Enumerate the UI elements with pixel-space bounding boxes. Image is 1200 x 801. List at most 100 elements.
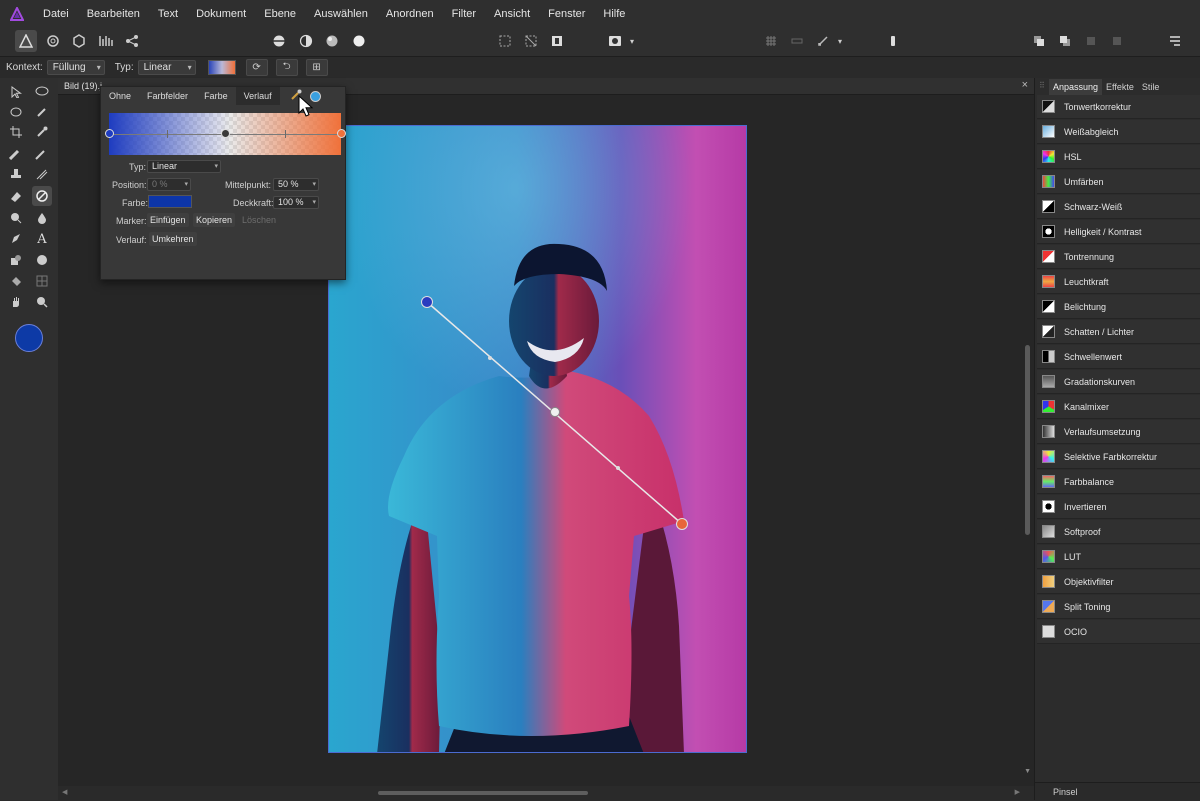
gradient-end-handle[interactable] [676,518,688,530]
deselect-icon[interactable] [520,30,542,52]
flip-gradient-icon[interactable]: ⮌ [275,59,298,76]
adjustment-item[interactable]: Helligkeit / Kontrast [1037,220,1200,244]
adjustment-item[interactable]: Gradationskurven [1037,370,1200,394]
arrange-forward-icon[interactable] [1080,30,1102,52]
mesh-warp-icon[interactable] [32,271,52,291]
panel-layout-icon[interactable] [1164,30,1186,52]
adjustment-item[interactable]: Kanalmixer [1037,395,1200,419]
menu-datei[interactable]: Datei [34,8,78,20]
adjustment-item[interactable]: Umfärben [1037,170,1200,194]
affinity-photo-logo-icon[interactable] [0,0,34,27]
menu-ebene[interactable]: Ebene [255,8,305,20]
adjustment-item[interactable]: HSL [1037,145,1200,169]
view-mode-icon[interactable] [268,30,290,52]
gradient-stop-end[interactable] [337,129,346,138]
align-gradient-icon[interactable]: ⊞ [305,59,328,76]
adjustment-item[interactable]: Softproof [1037,520,1200,544]
tab-farbfelder[interactable]: Farbfelder [139,87,196,105]
lasso-tool-icon[interactable] [32,82,52,102]
menu-text[interactable]: Text [149,8,187,20]
position-input[interactable]: 0 % [147,178,191,191]
reverse-button[interactable]: Umkehren [149,232,197,246]
menu-auswaehlen[interactable]: Auswählen [305,8,377,20]
full-view-icon[interactable] [348,30,370,52]
crop-tool-icon[interactable] [6,122,26,142]
tone-mapping-persona-icon[interactable] [95,30,117,52]
snapping-icon[interactable] [760,30,782,52]
clone-stamp-icon[interactable] [6,164,26,184]
horizontal-scrollbar[interactable] [378,791,588,795]
eraser-icon[interactable] [6,186,26,206]
blur-tool-icon[interactable] [32,208,52,228]
context-toolbar-icon[interactable] [882,30,904,52]
gradient-midpoint-handle[interactable] [550,407,560,417]
arrange-front-icon[interactable] [1028,30,1050,52]
menu-filter[interactable]: Filter [443,8,485,20]
ellipse-tool-icon[interactable] [32,250,52,270]
mirror-view-icon[interactable] [321,30,343,52]
primary-color-swatch[interactable] [15,324,43,352]
tab-farbe[interactable]: Farbe [196,87,236,105]
adjustment-item[interactable]: Verlaufsumsetzung [1037,420,1200,444]
selection-brush-icon[interactable] [32,102,52,122]
paint-brush-icon[interactable] [6,144,26,164]
healing-brush-icon[interactable] [32,164,52,184]
menu-dokument[interactable]: Dokument [187,8,255,20]
adjustment-item[interactable]: Schwarz-Weiß [1037,195,1200,219]
arrange-backward-icon[interactable] [1106,30,1128,52]
freehand-selection-icon[interactable] [6,102,26,122]
tab-effekte[interactable]: Effekte [1102,79,1138,95]
pen-tool-icon[interactable] [6,229,26,249]
adjustment-item[interactable]: Objektivfilter [1037,570,1200,594]
adjustment-item[interactable]: OCIO [1037,620,1200,644]
develop-persona-icon[interactable] [68,30,90,52]
hand-tool-icon[interactable] [6,292,26,312]
stop-color-swatch[interactable] [148,195,192,208]
gradient-stop-midpoint[interactable] [221,129,230,138]
panel-grip-icon[interactable]: ⠿ [1039,81,1045,90]
midpoint-input[interactable]: 50 % [273,178,319,191]
adjustment-item[interactable]: Weißabgleich [1037,120,1200,144]
menu-bearbeiten[interactable]: Bearbeiten [78,8,149,20]
shape-tool-icon[interactable] [6,250,26,270]
scroll-left-icon[interactable]: ◀ [62,788,67,796]
insert-marker-button[interactable]: Einfügen [147,213,189,227]
scroll-right-icon[interactable]: ▶ [1015,788,1020,796]
grid-icon[interactable] [786,30,808,52]
adjustment-item[interactable]: Belichtung [1037,295,1200,319]
adjustment-item[interactable]: Invertieren [1037,495,1200,519]
arrange-back-icon[interactable] [1054,30,1076,52]
delete-marker-button[interactable]: Löschen [239,213,279,227]
menu-fenster[interactable]: Fenster [539,8,594,20]
color-picker-icon[interactable] [32,122,52,142]
fill-tool-icon[interactable] [6,271,26,291]
menu-anordnen[interactable]: Anordnen [377,8,443,20]
pixel-brush-icon[interactable] [32,144,52,164]
menu-ansicht[interactable]: Ansicht [485,8,539,20]
selection-mode-icon[interactable] [494,30,516,52]
brushes-panel-tab[interactable]: Pinsel [1035,782,1200,800]
dodge-tool-icon[interactable] [6,208,26,228]
invert-selection-icon[interactable] [546,30,568,52]
tab-verlauf[interactable]: Verlauf [235,87,280,105]
type-field-select[interactable]: Linear [147,160,221,173]
context-select[interactable]: Füllung [46,60,105,75]
move-tool-icon[interactable] [6,82,26,102]
type-select[interactable]: Linear [137,60,196,75]
text-tool-icon[interactable]: A [32,229,52,249]
adjustment-item[interactable]: Leuchtkraft [1037,270,1200,294]
opacity-input[interactable]: 100 % [273,196,319,209]
tab-stile[interactable]: Stile [1138,79,1164,95]
export-persona-icon[interactable] [121,30,143,52]
reverse-gradient-icon[interactable]: ⟳ [245,59,268,76]
quick-mask-dropdown-icon[interactable]: ▾ [626,30,638,52]
liquify-persona-icon[interactable] [42,30,64,52]
gradient-start-handle[interactable] [421,296,433,308]
copy-marker-button[interactable]: Kopieren [193,213,236,227]
adjustment-item[interactable]: Tontrennung [1037,245,1200,269]
scroll-down-icon[interactable]: ▼ [1024,768,1031,775]
assistant-dropdown-icon[interactable]: ▾ [834,30,846,52]
split-view-icon[interactable] [295,30,317,52]
tab-ohne[interactable]: Ohne [101,87,139,105]
adjustment-item[interactable]: Schwellenwert [1037,345,1200,369]
